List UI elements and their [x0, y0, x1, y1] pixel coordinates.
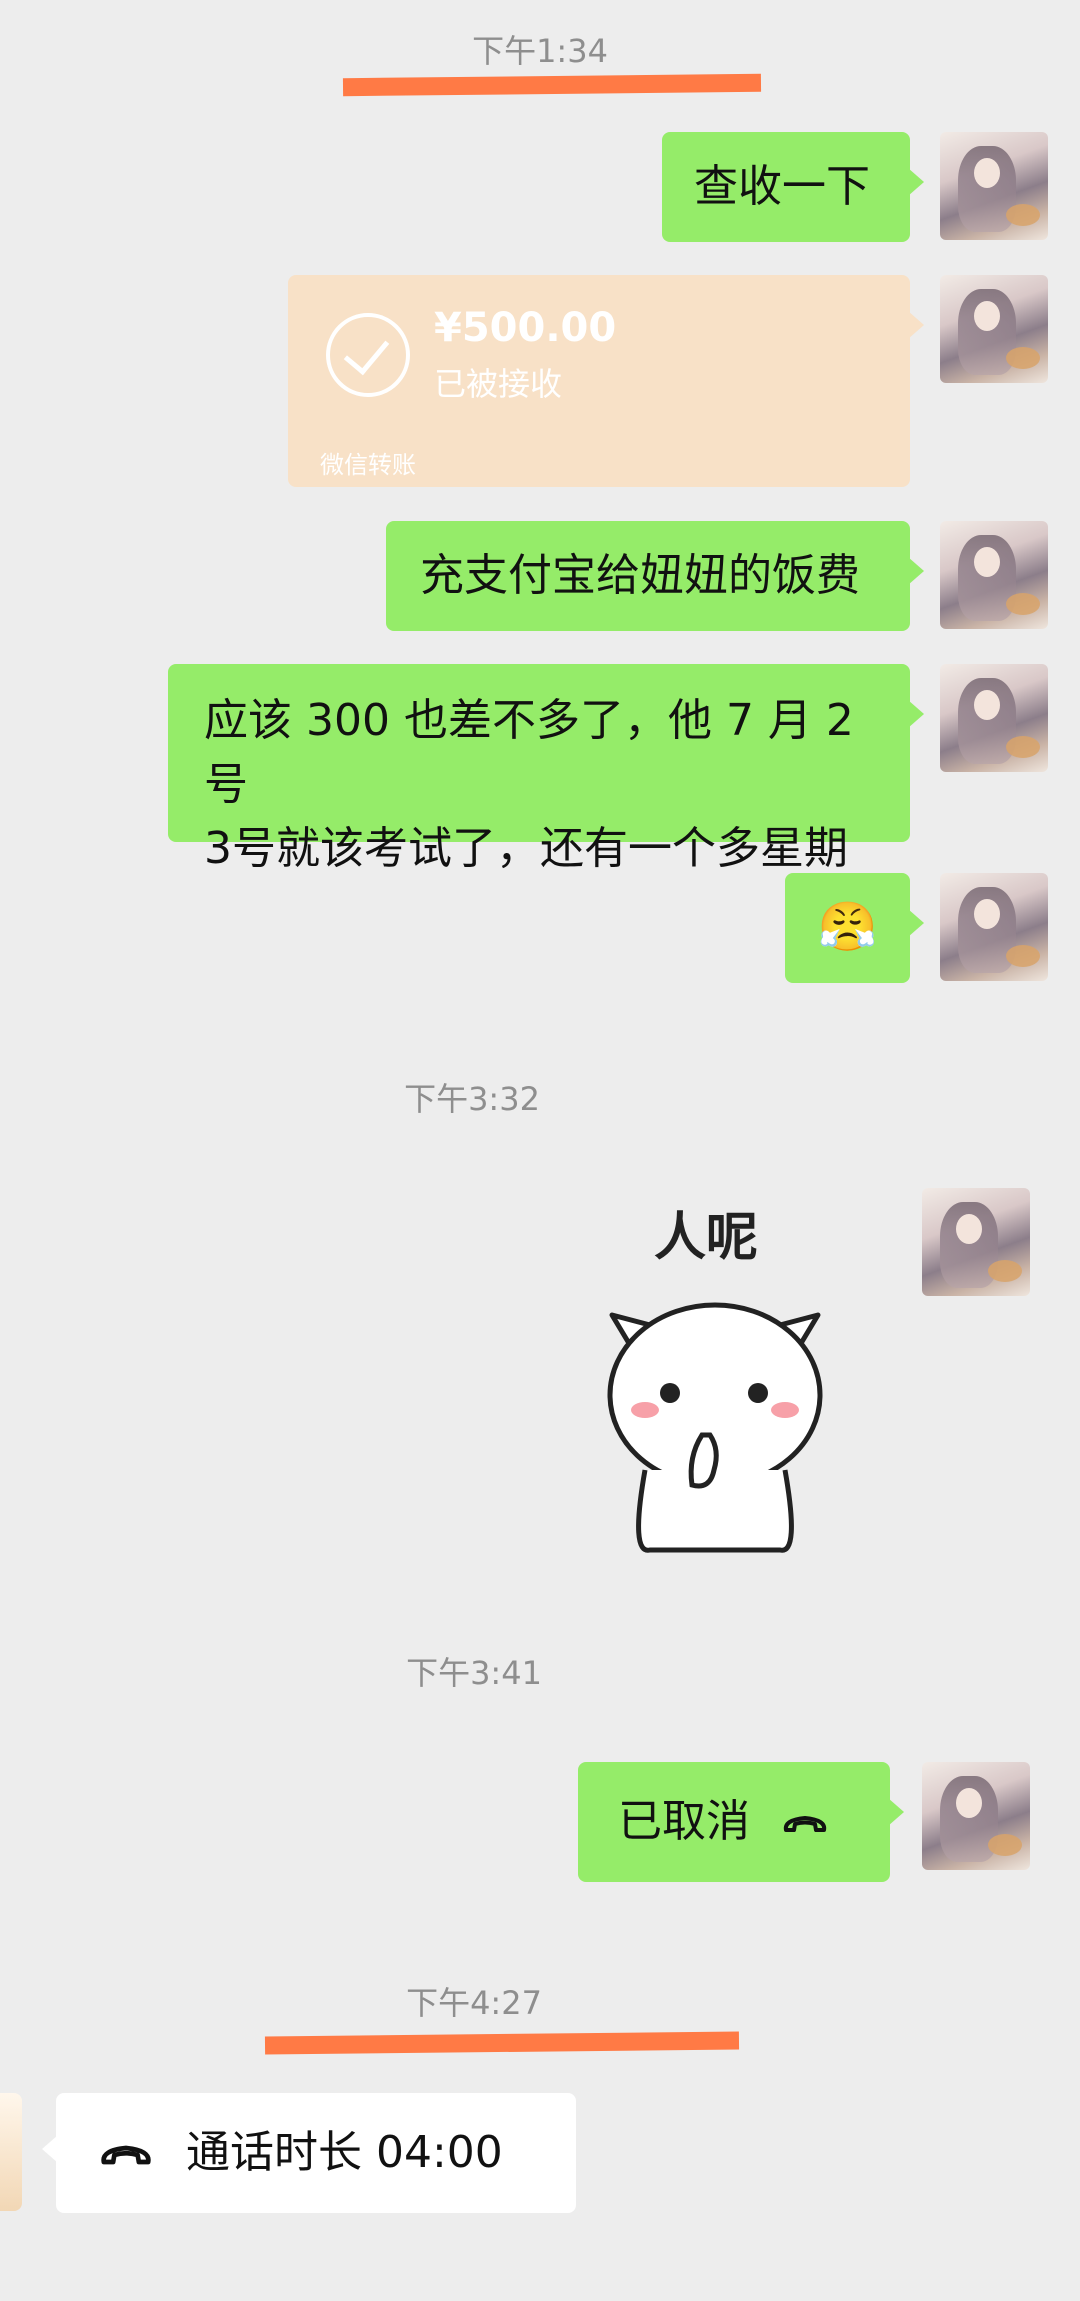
annotation-underline-bottom: [264, 2031, 740, 2055]
avatar[interactable]: [940, 873, 1048, 981]
phone-hangup-icon: [101, 2145, 151, 2165]
message-text-line-1: 应该 300 也差不多了，他 7 月 2 号: [204, 695, 854, 810]
message-text: 充支付宝给妞妞的饭费: [420, 550, 860, 601]
annotation-underline-top: [342, 73, 762, 97]
sticker[interactable]: 人呢: [590, 1195, 840, 1555]
sent-emoji-bubble[interactable]: 😤: [785, 873, 924, 983]
sent-message-bubble[interactable]: 充支付宝给妞妞的饭费: [386, 521, 924, 631]
wechat-transfer-card[interactable]: ¥500.00 已被接收 微信转账: [288, 275, 924, 487]
contact-avatar[interactable]: [0, 2093, 22, 2211]
cartoon-character-icon: [607, 1302, 823, 1553]
avatar[interactable]: [922, 1762, 1030, 1870]
timestamp: 下午3:32: [404, 1080, 540, 1118]
call-duration-bubble[interactable]: 通话时长 04:00: [42, 2093, 576, 2213]
transfer-amount: ¥500.00: [434, 305, 617, 351]
timestamp: 下午4:27: [406, 1984, 542, 2022]
avatar[interactable]: [940, 275, 1048, 383]
transfer-status: 已被接收: [434, 365, 563, 403]
message-text: 查收一下: [694, 161, 870, 212]
call-duration-text: 通话时长 04:00: [186, 2127, 503, 2178]
emoji: 😤: [817, 899, 878, 955]
sent-message-bubble[interactable]: 应该 300 也差不多了，他 7 月 2 号 3号就该考试了，还有一个多星期: [168, 664, 924, 874]
timestamp: 下午3:41: [406, 1654, 542, 1692]
cancelled-text: 已取消: [618, 1796, 750, 1847]
check-circle-icon: [326, 313, 410, 397]
avatar[interactable]: [940, 132, 1048, 240]
cancelled-call-bubble[interactable]: 已取消: [578, 1762, 904, 1882]
transfer-label: 微信转账: [320, 451, 416, 479]
avatar[interactable]: [940, 521, 1048, 629]
timestamp: 下午1:34: [472, 32, 608, 70]
phone-hangup-icon: [783, 1816, 827, 1832]
sticker-text: 人呢: [654, 1208, 759, 1268]
avatar[interactable]: [922, 1188, 1030, 1296]
message-text-line-2: 3号就该考试了，还有一个多星期: [204, 823, 848, 874]
sent-message-bubble[interactable]: 查收一下: [662, 132, 924, 242]
avatar[interactable]: [940, 664, 1048, 772]
